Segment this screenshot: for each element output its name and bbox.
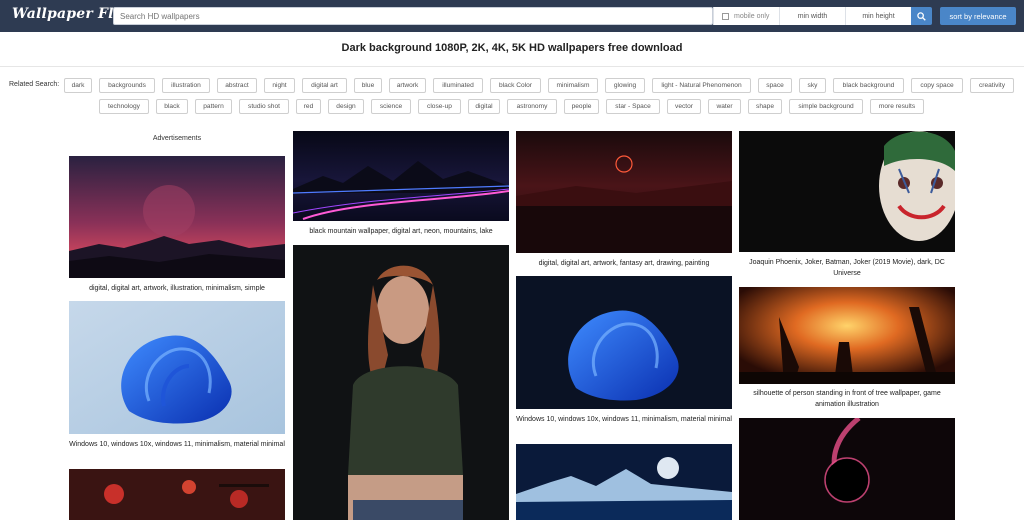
wallpaper-thumbnail[interactable] xyxy=(739,131,955,252)
tag[interactable]: dark xyxy=(64,78,92,93)
tag[interactable]: simple background xyxy=(789,99,863,114)
search-input[interactable] xyxy=(114,8,714,24)
wallpaper-image xyxy=(69,469,285,520)
related-search-label: Related Search: xyxy=(9,81,60,88)
wallpaper-thumbnail[interactable] xyxy=(69,469,285,520)
tag[interactable]: illustration xyxy=(162,78,210,93)
tag[interactable]: pattern xyxy=(195,99,232,114)
tag[interactable]: science xyxy=(371,99,411,114)
tag[interactable]: backgrounds xyxy=(99,78,155,93)
min-width-input[interactable]: min width xyxy=(779,7,845,25)
wallpaper-image xyxy=(739,287,955,384)
wallpaper-thumbnail[interactable] xyxy=(69,301,285,434)
search-box xyxy=(113,7,714,25)
tag[interactable]: blue xyxy=(354,78,382,93)
wallpaper-caption[interactable]: silhouette of person standing in front o… xyxy=(739,388,955,410)
wallpaper-thumbnail[interactable] xyxy=(739,287,955,384)
tag[interactable]: creativity xyxy=(970,78,1014,93)
tag[interactable]: light - Natural Phenomenon xyxy=(652,78,751,93)
wallpaper-caption[interactable]: Windows 10, windows 10x, windows 11, min… xyxy=(69,439,285,450)
tag[interactable]: red xyxy=(296,99,321,114)
wallpaper-thumbnail[interactable] xyxy=(516,131,732,253)
mobile-only-label: mobile only xyxy=(734,12,770,20)
wallpaper-thumbnail[interactable] xyxy=(293,131,509,221)
tag[interactable]: night xyxy=(264,78,295,93)
min-height-input[interactable]: min height xyxy=(845,7,911,25)
tag[interactable]: copy space xyxy=(911,78,963,93)
tag[interactable]: artwork xyxy=(389,78,426,93)
mobile-only-filter[interactable]: mobile only xyxy=(713,7,779,25)
wallpaper-image xyxy=(739,418,955,520)
wallpaper-image xyxy=(739,131,955,252)
wallpaper-caption[interactable]: Windows 10, windows 10x, windows 11, min… xyxy=(516,414,732,425)
wallpaper-image xyxy=(293,131,509,221)
search-button[interactable] xyxy=(911,7,932,25)
tag[interactable]: abstract xyxy=(217,78,257,93)
tag[interactable]: people xyxy=(564,99,599,114)
tag[interactable]: glowing xyxy=(605,78,645,93)
tag[interactable]: shape xyxy=(748,99,782,114)
wallpaper-image xyxy=(69,156,285,278)
tag[interactable]: more results xyxy=(870,99,924,114)
page-title: Dark background 1080P, 2K, 4K, 5K HD wal… xyxy=(341,42,683,54)
tag[interactable]: digital art xyxy=(302,78,347,93)
tag[interactable]: water xyxy=(708,99,741,114)
wallpaper-caption[interactable]: black mountain wallpaper, digital art, n… xyxy=(293,226,509,237)
top-header: Wallpaper Flare mobile only min width mi… xyxy=(0,0,1024,32)
mobile-only-checkbox[interactable] xyxy=(722,12,729,20)
wallpaper-caption[interactable]: digital, digital art, artwork, fantasy a… xyxy=(516,258,732,269)
tag[interactable]: minimalism xyxy=(548,78,598,93)
tag[interactable]: vector xyxy=(667,99,701,114)
wallpaper-image xyxy=(69,301,285,434)
tag[interactable]: black background xyxy=(833,78,904,93)
tag[interactable]: space xyxy=(758,78,792,93)
tag[interactable]: studio shot xyxy=(239,99,289,114)
wallpaper-thumbnail[interactable] xyxy=(739,418,955,520)
wallpaper-image xyxy=(516,131,732,253)
divider xyxy=(0,66,1024,67)
tag[interactable]: black Color xyxy=(490,78,541,93)
tag[interactable]: technology xyxy=(99,99,149,114)
tag[interactable]: astronomy xyxy=(507,99,557,114)
wallpaper-image xyxy=(293,245,509,520)
tag[interactable]: black xyxy=(156,99,188,114)
wallpaper-image xyxy=(516,276,732,409)
tag[interactable]: close-up xyxy=(418,99,461,114)
tag[interactable]: sky xyxy=(799,78,826,93)
wallpaper-thumbnail[interactable] xyxy=(516,444,732,520)
tag[interactable]: illuminated xyxy=(433,78,483,93)
wallpaper-caption[interactable]: digital, digital art, artwork, illustrat… xyxy=(69,283,285,294)
wallpaper-thumbnail[interactable] xyxy=(293,245,509,520)
wallpaper-image xyxy=(516,444,732,520)
search-icon xyxy=(917,11,926,21)
wallpaper-caption[interactable]: Joaquin Phoenix, Joker, Batman, Joker (2… xyxy=(739,257,955,279)
wallpaper-thumbnail[interactable] xyxy=(69,156,285,278)
advertisements-label: Advertisements xyxy=(152,135,202,142)
wallpaper-thumbnail[interactable] xyxy=(516,276,732,409)
tag[interactable]: star - Space xyxy=(606,99,660,114)
tag[interactable]: design xyxy=(328,99,364,114)
tag[interactable]: digital xyxy=(468,99,500,114)
sort-button[interactable]: sort by relevance xyxy=(940,7,1016,25)
